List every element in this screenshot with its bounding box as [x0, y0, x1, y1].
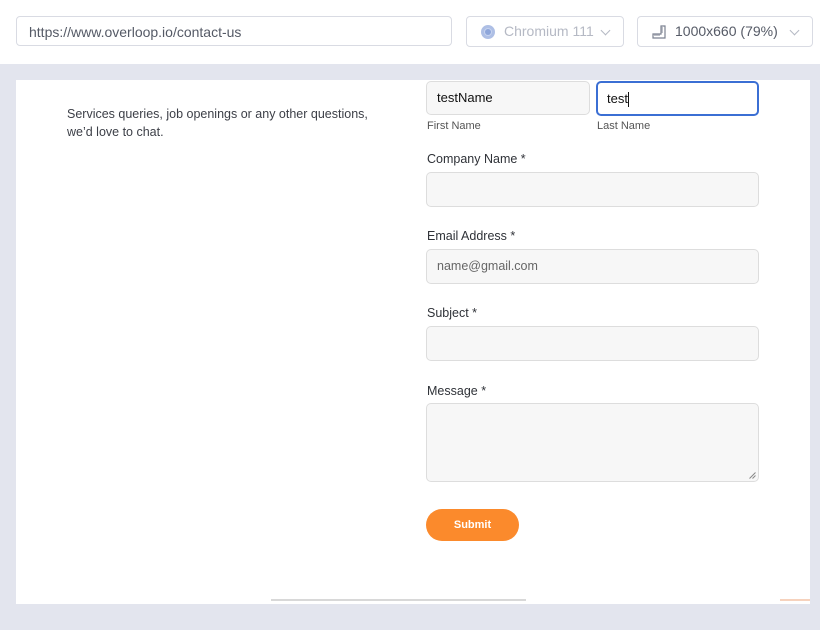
intro-text: Services queries, job openings or any ot… — [67, 107, 368, 139]
company-name-input[interactable] — [426, 172, 759, 207]
last-name-input[interactable]: test — [596, 81, 759, 116]
email-placeholder: name@gmail.com — [437, 259, 538, 273]
zoom-level: (79%) — [740, 23, 778, 39]
email-label: Email Address * — [427, 229, 516, 243]
footer-divider — [271, 599, 526, 601]
page-viewport: Services queries, job openings or any ot… — [16, 80, 810, 604]
first-name-value: testName — [437, 90, 493, 105]
message-label: Message * — [427, 384, 487, 398]
chromium-icon — [481, 25, 495, 39]
subject-input[interactable] — [426, 326, 759, 361]
top-toolbar: https://www.overloop.io/contact-us Chrom… — [0, 0, 820, 64]
viewport-select[interactable]: 1000x660 (79%) — [637, 16, 813, 47]
chevron-down-icon — [789, 25, 800, 36]
subject-label: Subject * — [427, 306, 478, 320]
footer-accent — [780, 599, 810, 601]
text-caret — [627, 92, 629, 108]
first-name-input[interactable]: testName — [426, 81, 590, 115]
viewport-label: 1000x660 (79%) — [675, 17, 778, 46]
message-textarea[interactable] — [426, 403, 759, 482]
chevron-down-icon — [600, 25, 611, 36]
browser-select[interactable]: Chromium 111 — [466, 16, 624, 47]
last-name-value: test — [607, 91, 628, 106]
viewport-size: 1000x660 — [675, 23, 737, 39]
browser-label: Chromium 111 — [504, 23, 594, 39]
submit-button[interactable]: Submit — [426, 509, 519, 541]
first-name-label: First Name — [427, 120, 481, 132]
company-name-label: Company Name * — [427, 152, 526, 166]
ruler-icon — [652, 25, 666, 39]
last-name-label: Last Name — [597, 120, 651, 132]
url-input[interactable]: https://www.overloop.io/contact-us — [16, 16, 452, 46]
resize-grip-icon[interactable] — [749, 472, 756, 479]
email-input[interactable]: name@gmail.com — [426, 249, 759, 284]
